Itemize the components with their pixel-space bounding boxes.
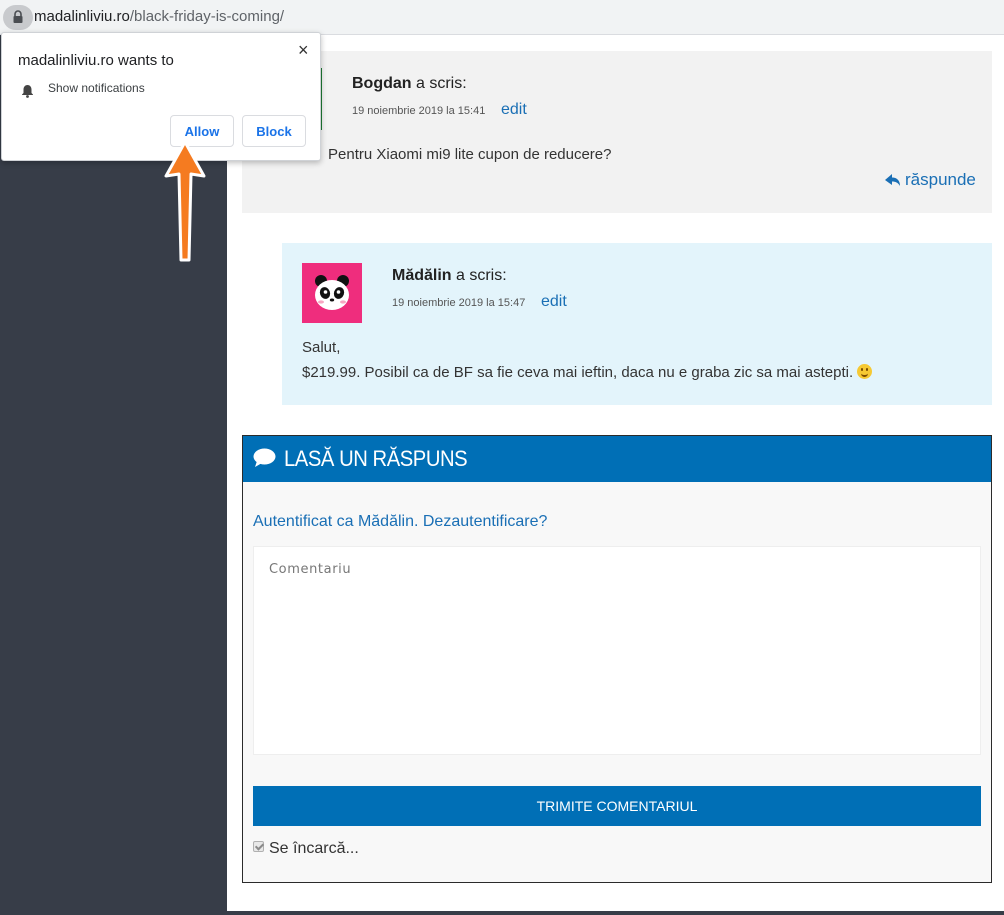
permission-label: Show notifications bbox=[48, 81, 145, 95]
smiley-emoji-icon bbox=[857, 364, 873, 379]
speech-bubble-icon bbox=[253, 448, 276, 467]
edit-link[interactable]: edit bbox=[541, 293, 567, 311]
reply-label: răspunde bbox=[905, 170, 976, 189]
bell-icon bbox=[22, 85, 33, 98]
url-bar[interactable]: madalinliviu.ro/black-friday-is-coming/ bbox=[0, 0, 1004, 35]
logged-in-info: Autentificat ca Mădălin. Dezautentificar… bbox=[253, 513, 547, 531]
reply-link[interactable]: răspunde bbox=[884, 170, 976, 190]
profile-link[interactable]: Autentificat ca Mădălin. bbox=[253, 513, 418, 530]
author-said: a scris: bbox=[411, 75, 467, 92]
reply-icon bbox=[885, 174, 900, 186]
comment-author: Mădălin a scris: bbox=[392, 267, 507, 285]
edit-link[interactable]: edit bbox=[501, 101, 527, 119]
close-icon[interactable]: × bbox=[298, 41, 309, 59]
author-name: Mădălin bbox=[392, 267, 452, 284]
comment-textarea[interactable] bbox=[253, 546, 981, 755]
logout-link[interactable]: Dezautentificare? bbox=[423, 513, 548, 530]
comment-author: Bogdan a scris: bbox=[352, 75, 467, 93]
comment-text-line2: $219.99. Posibil ca de BF sa fie ceva ma… bbox=[302, 363, 873, 383]
comment-text-line1: Salut, bbox=[302, 339, 341, 356]
loading-label: Se încarcă... bbox=[269, 840, 359, 857]
bottom-strip bbox=[227, 911, 1004, 915]
url-domain: madalinliviu.ro bbox=[34, 8, 130, 25]
reply-form-title: LASĂ UN RĂSPUNS bbox=[284, 446, 468, 471]
checkbox-icon[interactable] bbox=[253, 841, 264, 852]
author-name: Bogdan bbox=[352, 75, 412, 92]
lock-icon[interactable] bbox=[3, 5, 33, 30]
url-path: /black-friday-is-coming/ bbox=[129, 8, 285, 25]
comment-text: Pentru Xiaomi mi9 lite cupon de reducere… bbox=[328, 146, 612, 163]
author-said: a scris: bbox=[451, 267, 507, 284]
comment-date[interactable]: 19 noiembrie 2019 la 15:47 bbox=[392, 297, 525, 309]
comment-date[interactable]: 19 noiembrie 2019 la 15:41 bbox=[352, 105, 485, 117]
loading-status: Se încarcă... bbox=[253, 840, 359, 858]
submit-comment-button[interactable]: TRIMITE COMENTARIUL bbox=[253, 786, 981, 826]
reply-form-header: LASĂ UN RĂSPUNS bbox=[243, 436, 991, 482]
comment-text: $219.99. Posibil ca de BF sa fie ceva ma… bbox=[302, 364, 854, 381]
popup-title: madalinliviu.ro wants to bbox=[18, 52, 174, 69]
url-text[interactable]: madalinliviu.ro/black-friday-is-coming/ bbox=[34, 8, 284, 26]
orange-arrow-annotation-icon bbox=[164, 140, 206, 262]
panda-avatar bbox=[302, 263, 362, 323]
block-button[interactable]: Block bbox=[242, 115, 306, 147]
